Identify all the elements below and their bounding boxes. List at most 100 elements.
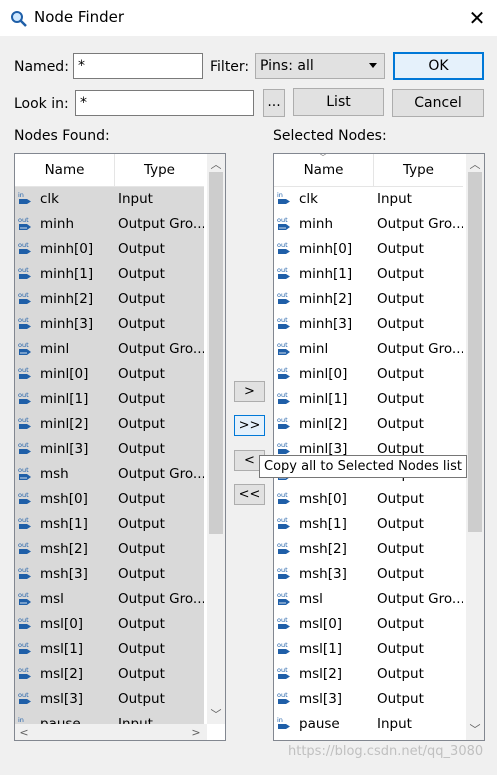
node-type: Input [118,191,153,207]
node-name: minh[2] [299,291,353,307]
named-input[interactable]: * [73,53,203,79]
node-type: Output [118,441,165,457]
list-item[interactable]: out msh[3] Output [274,562,463,587]
list-item[interactable]: out msh[1] Output [274,512,463,537]
list-item[interactable]: out msh[2] Output [274,537,463,562]
list-item[interactable]: out minh[2] Output [15,287,204,312]
close-icon[interactable]: ✕ [462,4,492,32]
list-item[interactable]: out msl[0] Output [274,612,463,637]
window-title: Node Finder [34,8,125,26]
column-header-type[interactable]: Type [115,154,204,186]
column-header-name[interactable]: ﹀ Name [274,154,374,186]
add-all-button[interactable]: >> [234,415,265,436]
column-header-type[interactable]: Type [374,154,463,186]
list-item[interactable]: out minh[1] Output [274,262,463,287]
node-type: Input [377,191,412,207]
list-item[interactable]: out msl[3] Output [274,687,463,712]
input-pin-icon: in [277,191,293,207]
list-item[interactable]: out msl[3] Output [15,687,204,712]
scroll-up-icon[interactable]: ︿ [207,156,225,173]
list-item[interactable]: in pause Input [274,712,463,737]
list-item[interactable]: out minh[1] Output [15,262,204,287]
list-item[interactable]: out minl[1] Output [15,387,204,412]
selected-nodes-list[interactable]: ﹀ Name Type in clk Input out minh Output Gro.… [273,153,485,741]
list-item[interactable]: out minl[2] Output [274,412,463,437]
list-item[interactable]: in clk Input [274,187,463,212]
output-pin-icon: out [18,391,34,407]
ok-button[interactable]: OK [393,52,484,80]
chevron-down-icon [369,63,377,68]
list-item[interactable]: out minl[0] Output [274,362,463,387]
node-type: Output Gro... [118,341,204,357]
scroll-up-icon[interactable]: ︿ [466,156,484,173]
list-item[interactable]: out minl[1] Output [274,387,463,412]
scroll-left-icon[interactable]: < [15,724,33,740]
svg-text:out: out [18,566,29,574]
output-pin-icon: out [277,641,293,657]
node-type: Output Gro... [118,591,204,607]
node-name: minl[2] [299,416,348,432]
column-header-name[interactable]: Name [15,154,115,186]
remove-all-button[interactable]: << [234,484,265,505]
node-name: msh[3] [40,566,88,582]
nodes-found-vertical-scrollbar[interactable]: ︿ ﹀ [207,154,225,724]
list-item[interactable]: out minl Output Gro... [274,337,463,362]
list-item[interactable]: out msh Output Gro... [15,462,204,487]
scroll-down-icon[interactable]: ﹀ [207,706,225,723]
node-type: Output Gro... [118,216,204,232]
nodes-found-list[interactable]: Name Type in clk Input out minh Output Gro...… [14,153,226,741]
node-type: Output [118,266,165,282]
scroll-down-icon[interactable]: ﹀ [466,721,484,738]
node-name: msh[3] [299,566,347,582]
list-item[interactable]: out minh Output Gro... [274,212,463,237]
list-item[interactable]: out minl Output Gro... [15,337,204,362]
scroll-right-icon[interactable]: > [187,724,205,740]
list-item[interactable]: out msl[1] Output [15,637,204,662]
selected-nodes-scroll-thumb[interactable] [468,172,482,532]
svg-text:out: out [18,541,29,549]
selected-nodes-vertical-scrollbar[interactable]: ︿ ﹀ [466,154,484,740]
look-in-input[interactable]: * [75,90,254,116]
list-item[interactable]: out msh[2] Output [15,537,204,562]
list-item[interactable]: out msh[1] Output [15,512,204,537]
add-selected-button[interactable]: > [234,381,265,402]
cancel-button[interactable]: Cancel [392,89,484,117]
list-item[interactable]: out minl[0] Output [15,362,204,387]
list-item[interactable]: in clk Input [15,187,204,212]
list-item[interactable]: out minh[3] Output [15,312,204,337]
node-name: minl[0] [40,366,89,382]
filter-label: Filter: [210,59,250,75]
browse-button[interactable]: ... [263,89,285,117]
list-item[interactable]: out minl[2] Output [15,412,204,437]
svg-text:out: out [18,641,29,649]
filter-value: Pins: all [260,58,314,74]
list-item[interactable]: out msl[0] Output [15,612,204,637]
list-item[interactable]: out minh[2] Output [274,287,463,312]
list-item[interactable]: out msl Output Gro... [15,587,204,612]
list-item[interactable]: out minh Output Gro... [15,212,204,237]
list-button[interactable]: List [293,88,384,116]
list-item[interactable]: out minh[0] Output [15,237,204,262]
list-item[interactable]: out msl[1] Output [274,637,463,662]
list-item[interactable]: out msl[2] Output [15,662,204,687]
nodes-found-horizontal-scrollbar[interactable]: < > [15,724,207,740]
look-in-label: Look in: [14,96,69,112]
list-item[interactable]: out msh[0] Output [15,487,204,512]
list-item[interactable]: out msl[2] Output [274,662,463,687]
nodes-found-scroll-thumb[interactable] [209,172,223,534]
node-name: msh[2] [40,541,88,557]
node-type: Output Gro... [377,341,463,357]
node-name: minh[1] [40,266,94,282]
list-item[interactable]: out msh[3] Output [15,562,204,587]
list-item[interactable]: out minh[3] Output [274,312,463,337]
list-item[interactable]: out msl Output Gro... [274,587,463,612]
nodes-found-rows: in clk Input out minh Output Gro... out minh[0]… [15,187,204,737]
output-group-icon: out [277,341,293,357]
list-item[interactable]: out minh[0] Output [274,237,463,262]
output-pin-icon: out [18,316,34,332]
filter-dropdown[interactable]: Pins: all [255,53,385,79]
list-item[interactable]: out minl[3] Output [15,437,204,462]
svg-text:out: out [277,541,288,549]
list-item[interactable]: out msh[0] Output [274,487,463,512]
svg-text:out: out [18,266,29,274]
